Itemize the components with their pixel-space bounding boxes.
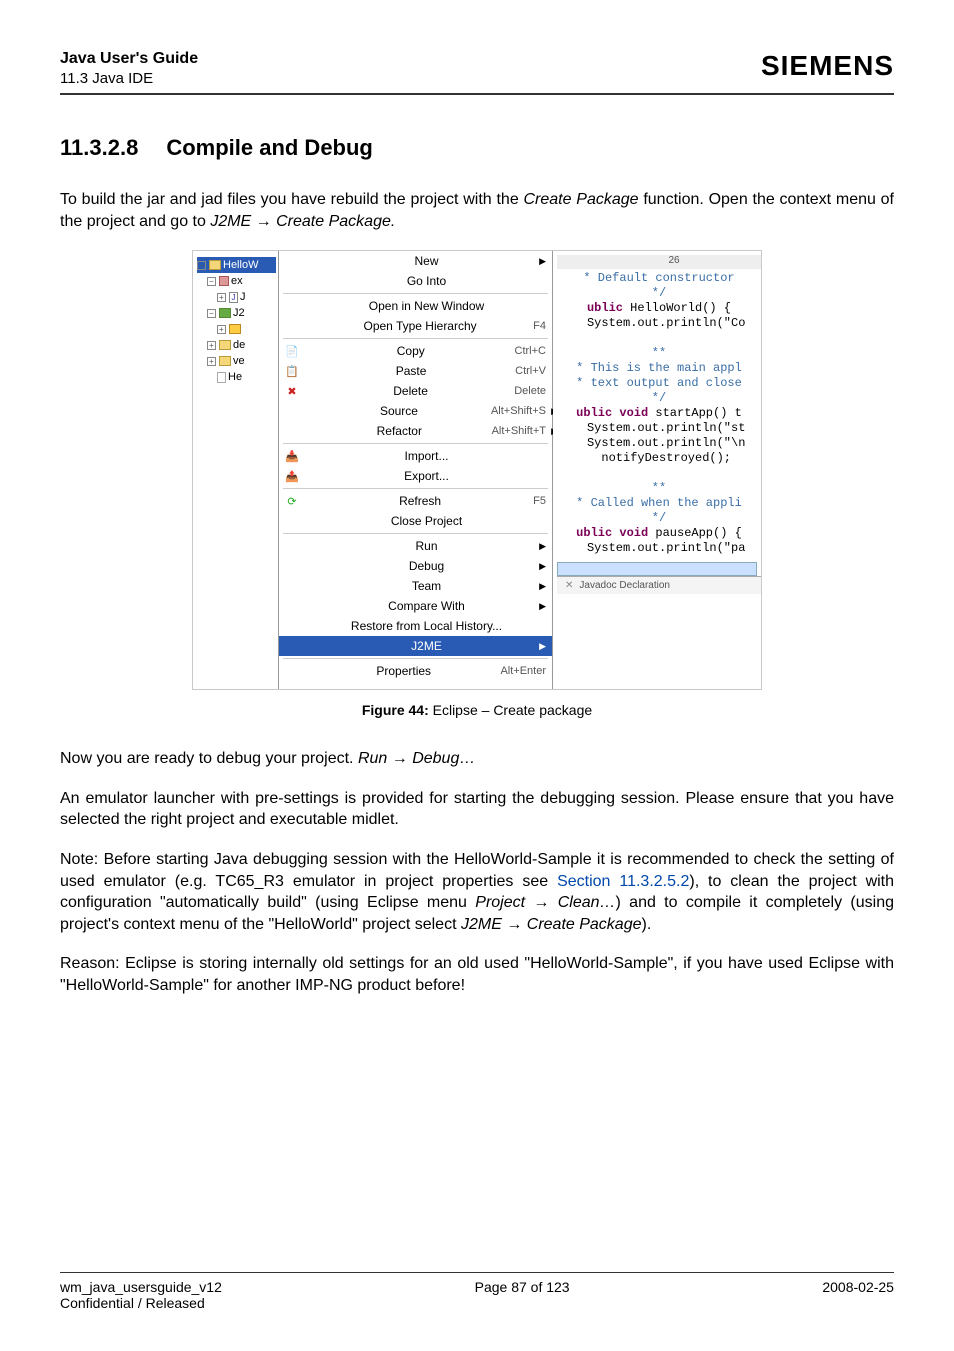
package-explorer: −HelloW −ex +JJ −J2 + +de +ve He (193, 251, 278, 689)
figure-44: −HelloW −ex +JJ −J2 + +de +ve He New▶ Go… (60, 250, 894, 718)
submenu-arrow-icon: ▶ (539, 601, 546, 612)
code-line: * Called when the appli (557, 496, 761, 511)
tree-node-helloworld[interactable]: −HelloW (197, 257, 276, 273)
code-line: ublic void startApp() t (557, 406, 761, 421)
menu-copy[interactable]: 📄CopyCtrl+C (279, 341, 552, 361)
code-line (557, 331, 761, 346)
paragraph-4: Note: Before starting Java debugging ses… (60, 849, 894, 935)
tree-node[interactable]: + (197, 321, 276, 337)
code-line: notifyDestroyed(); (557, 451, 761, 466)
submenu-arrow-icon: ▶ (539, 541, 546, 552)
doc-subtitle: 11.3 Java IDE (60, 70, 198, 87)
submenu-arrow-icon: ▶ (539, 561, 546, 572)
paragraph-5: Reason: Eclipse is storing internally ol… (60, 953, 894, 996)
code-line: System.out.println("\n (557, 436, 761, 451)
submenu-arrow-icon: ▶ (539, 581, 546, 592)
code-line: */ (557, 286, 761, 301)
page-header: Java User's Guide 11.3 Java IDE SIEMENS (60, 50, 894, 95)
figure-caption: Figure 44: Eclipse – Create package (60, 702, 894, 718)
page-footer: wm_java_usersguide_v12 Confidential / Re… (60, 1272, 894, 1311)
menu-source[interactable]: SourceAlt+Shift+S▶ (279, 401, 552, 421)
menu-refactor[interactable]: RefactorAlt+Shift+T▶ (279, 421, 552, 441)
code-line: * This is the main appl (557, 361, 761, 376)
doc-title: Java User's Guide (60, 50, 198, 68)
code-line: ublic void pauseApp() { (557, 526, 761, 541)
copy-icon: 📄 (285, 344, 299, 358)
tree-node[interactable]: He (197, 369, 276, 385)
editor-ruler: 26 (557, 255, 761, 269)
paragraph-2: Now you are ready to debug your project.… (60, 748, 894, 770)
menu-compare-with[interactable]: Compare With▶ (279, 596, 552, 616)
menu-open-hierarchy[interactable]: Open Type HierarchyF4 (279, 316, 552, 336)
code-line: System.out.println("Co (557, 316, 761, 331)
context-menu: New▶ Go Into Open in New Window Open Typ… (278, 251, 553, 689)
code-line: ublic HelloWorld() { (557, 301, 761, 316)
eclipse-screenshot: −HelloW −ex +JJ −J2 + +de +ve He New▶ Go… (192, 250, 762, 690)
menu-team[interactable]: Team▶ (279, 576, 552, 596)
menu-close-project[interactable]: Close Project (279, 511, 552, 531)
editor-pane: 26 * Default constructor */ ublic HelloW… (553, 251, 761, 689)
code-line (557, 466, 761, 481)
tree-node[interactable]: −ex (197, 273, 276, 289)
code-line: ** (557, 346, 761, 361)
paste-icon: 📋 (285, 364, 299, 378)
menu-restore[interactable]: Restore from Local History... (279, 616, 552, 636)
menu-go-into[interactable]: Go Into (279, 271, 552, 291)
section-link[interactable]: Section 11.3.2.5.2 (557, 873, 689, 890)
delete-icon: ✖ (285, 384, 299, 398)
menu-open-window[interactable]: Open in New Window (279, 296, 552, 316)
editor-tabs[interactable]: ✕Javadoc Declaration (557, 576, 761, 594)
code-line: System.out.println("st (557, 421, 761, 436)
footer-file: wm_java_usersguide_v12 (60, 1279, 222, 1295)
editor-selection (557, 562, 757, 576)
tree-node[interactable]: +de (197, 337, 276, 353)
footer-status: Confidential / Released (60, 1295, 222, 1311)
submenu-arrow-icon: ▶ (539, 256, 546, 267)
section-heading: 11.3.2.8Compile and Debug (60, 135, 894, 161)
footer-date: 2008-02-25 (822, 1279, 894, 1311)
menu-export[interactable]: 📤Export... (279, 466, 552, 486)
paragraph-3: An emulator launcher with pre-settings i… (60, 788, 894, 831)
submenu-arrow-icon: ▶ (539, 641, 546, 652)
code-line: ** (557, 481, 761, 496)
paragraph-1: To build the jar and jad files you have … (60, 189, 894, 232)
tree-node[interactable]: −J2 (197, 305, 276, 321)
export-icon: 📤 (285, 469, 299, 483)
code-line: * Default constructor (557, 271, 761, 286)
code-line: System.out.println("pa (557, 541, 761, 556)
tree-node[interactable]: +JJ (197, 289, 276, 305)
menu-refresh[interactable]: ⟳RefreshF5 (279, 491, 552, 511)
menu-run[interactable]: Run▶ (279, 536, 552, 556)
refresh-icon: ⟳ (285, 494, 299, 508)
menu-properties[interactable]: PropertiesAlt+Enter (279, 661, 552, 681)
menu-delete[interactable]: ✖DeleteDelete (279, 381, 552, 401)
tree-node[interactable]: +ve (197, 353, 276, 369)
menu-j2me[interactable]: J2ME▶ (279, 636, 552, 656)
import-icon: 📥 (285, 449, 299, 463)
code-line: * text output and close (557, 376, 761, 391)
footer-page: Page 87 of 123 (475, 1279, 570, 1311)
menu-import[interactable]: 📥Import... (279, 446, 552, 466)
menu-debug[interactable]: Debug▶ (279, 556, 552, 576)
brand-logo: SIEMENS (761, 50, 894, 82)
menu-new[interactable]: New▶ (279, 251, 552, 271)
menu-paste[interactable]: 📋PasteCtrl+V (279, 361, 552, 381)
code-line: */ (557, 391, 761, 406)
code-line: */ (557, 511, 761, 526)
